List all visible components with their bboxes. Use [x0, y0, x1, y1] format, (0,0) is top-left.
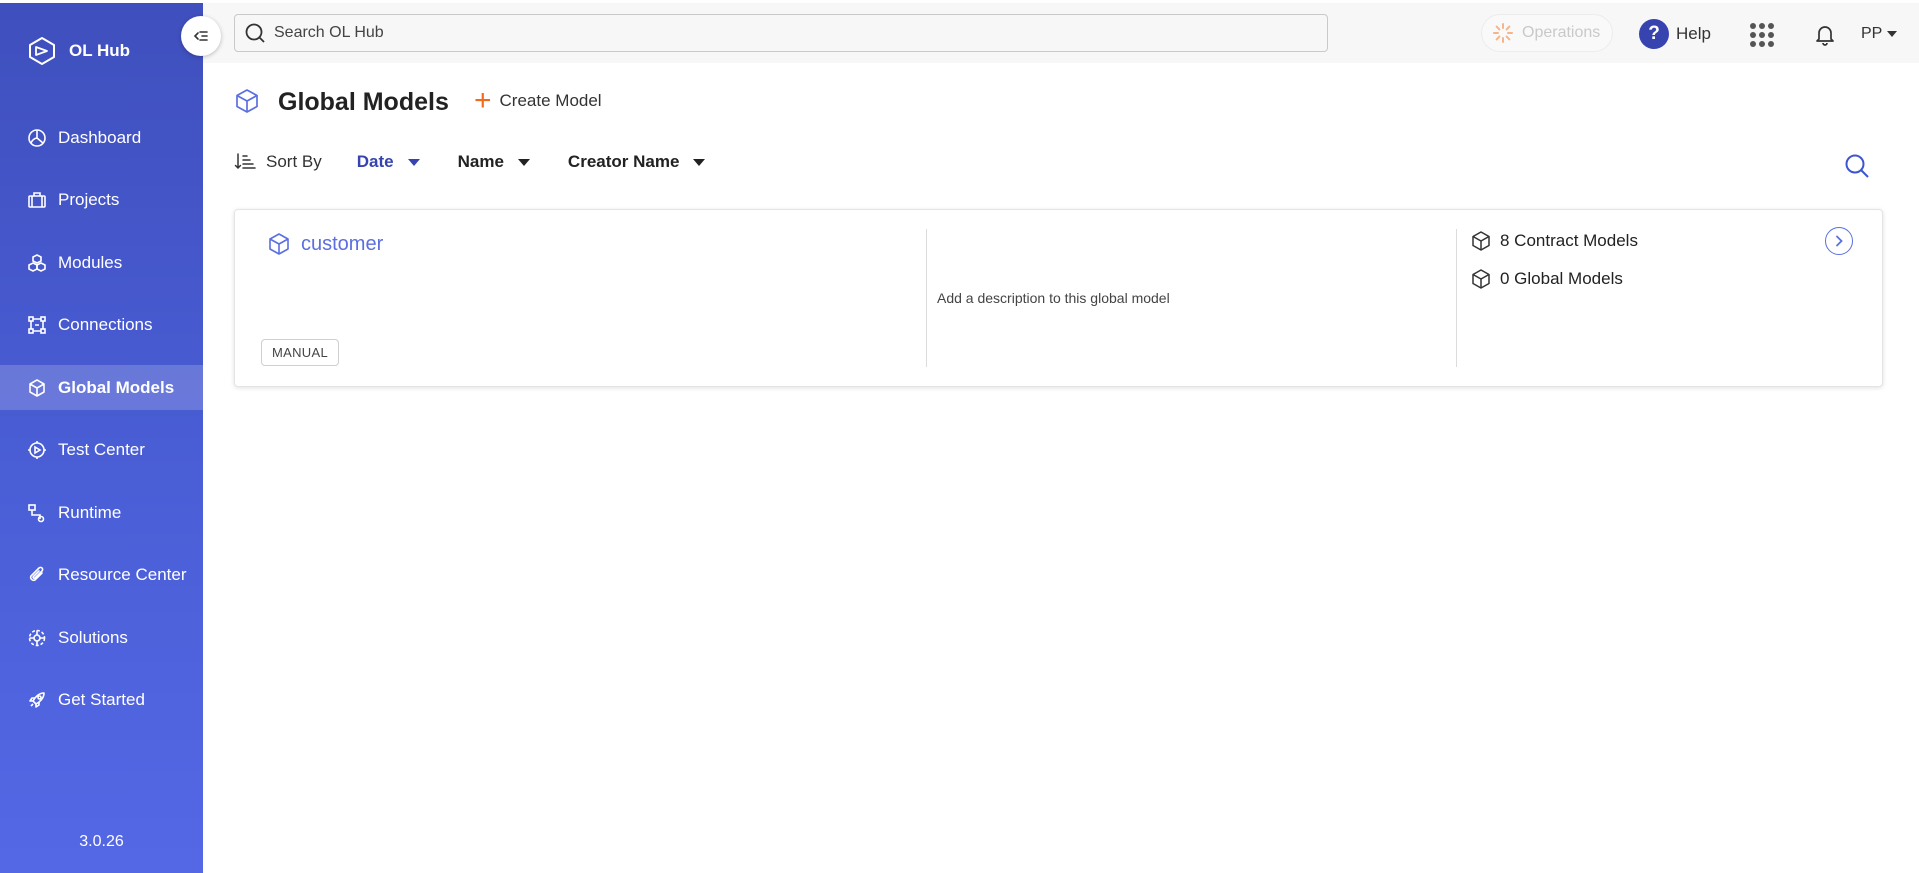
sort-option-creator-name[interactable]: Creator Name [568, 152, 706, 172]
caret-down-icon [407, 158, 420, 166]
help-button[interactable]: ? Help [1639, 19, 1711, 49]
sidebar-item-projects[interactable]: Projects [0, 178, 203, 223]
create-model-button[interactable]: + Create Model [474, 84, 602, 117]
cube-icon [1472, 231, 1490, 251]
sidebar-item-runtime[interactable]: Runtime [0, 490, 203, 535]
search-icon [245, 23, 265, 43]
sidebar-nav: Dashboard Projects Modules Connections G… [0, 115, 203, 740]
search-input[interactable] [274, 24, 1274, 42]
paperclip-icon [29, 566, 44, 582]
sort-option-name[interactable]: Name [458, 152, 530, 172]
top-bar: Operations ? Help PP [203, 3, 1919, 63]
collapse-sidebar-button[interactable] [181, 16, 221, 56]
sort-icon [234, 153, 256, 170]
page-title: Global Models [278, 88, 449, 116]
sidebar-item-get-started[interactable]: Get Started [0, 678, 203, 723]
modules-icon [28, 253, 46, 272]
sidebar-item-modules[interactable]: Modules [0, 240, 203, 285]
user-menu[interactable]: PP [1861, 25, 1898, 43]
sort-option-date[interactable]: Date [357, 152, 420, 172]
chevron-right-icon [1836, 235, 1843, 247]
sidebar-item-label: Test Center [58, 440, 145, 459]
chevron-down-icon [1887, 31, 1898, 37]
sidebar: OL Hub Dashboard Projects Modules Connec… [0, 3, 203, 873]
sidebar-item-label: Connections [58, 315, 153, 334]
notification-bell-icon[interactable] [1813, 22, 1837, 46]
model-type-badge: MANUAL [261, 339, 339, 366]
app-name: OL Hub [69, 41, 131, 60]
global-models-count: 0 Global Models [1470, 268, 1623, 290]
rocket-icon [29, 692, 45, 708]
global-models-label: 0 Global Models [1500, 269, 1623, 288]
sort-bar: Sort By Date Name Creator Name [234, 151, 743, 173]
model-name: customer [301, 232, 384, 255]
sidebar-item-label: Resource Center [58, 565, 187, 584]
model-card[interactable]: customer MANUAL Add a description to thi… [234, 209, 1883, 387]
dashboard-icon [28, 128, 46, 147]
create-model-label: Create Model [499, 91, 602, 110]
sidebar-item-dashboard[interactable]: Dashboard [0, 115, 203, 160]
cube-icon [1472, 269, 1490, 289]
sidebar-item-label: Projects [58, 190, 120, 209]
help-label: Help [1676, 24, 1711, 43]
sidebar-item-connections[interactable]: Connections [0, 303, 203, 348]
user-initials: PP [1861, 25, 1883, 42]
operations-label: Operations [1522, 24, 1601, 41]
sidebar-item-label: Solutions [58, 627, 128, 647]
contract-models-count: 8 Contract Models [1470, 230, 1638, 252]
test-center-icon [28, 441, 46, 459]
column-divider [926, 229, 927, 367]
page-header: Global Models [234, 88, 449, 117]
solutions-icon [28, 629, 46, 646]
sidebar-item-solutions[interactable]: Solutions [0, 615, 203, 660]
help-icon: ? [1639, 19, 1669, 49]
brand-logo[interactable]: OL Hub [27, 36, 130, 66]
model-name-link[interactable]: customer [267, 232, 383, 256]
app-version: 3.0.26 [79, 833, 124, 850]
cube-icon [236, 88, 258, 113]
briefcase-icon [28, 192, 46, 208]
cube-icon [29, 378, 45, 397]
search-models-icon[interactable] [1844, 153, 1870, 179]
model-description[interactable]: Add a description to this global model [937, 290, 1170, 306]
apps-grid-icon[interactable] [1750, 23, 1774, 47]
operations-button[interactable]: Operations [1481, 14, 1614, 52]
sidebar-item-global-models[interactable]: Global Models [0, 365, 203, 410]
sort-by-label: Sort By [266, 152, 322, 171]
sidebar-item-resource-center[interactable]: Resource Center [0, 553, 203, 598]
global-search[interactable] [234, 14, 1328, 52]
sidebar-item-label: Modules [58, 252, 123, 272]
sidebar-item-label: Dashboard [58, 127, 142, 147]
runtime-icon [28, 503, 45, 522]
contract-models-label: 8 Contract Models [1500, 231, 1638, 250]
caret-down-icon [517, 158, 530, 166]
ol-hub-logo-icon [29, 37, 55, 65]
loading-spinner-icon [1493, 23, 1513, 43]
sort-option-label: Name [457, 152, 504, 171]
sidebar-item-label: Runtime [58, 502, 122, 522]
connections-icon [28, 316, 46, 334]
cube-icon [269, 233, 289, 255]
collapse-icon [193, 31, 208, 41]
sidebar-item-test-center[interactable]: Test Center [0, 428, 203, 473]
sort-option-label: Date [356, 152, 394, 171]
plus-icon: + [474, 84, 492, 117]
open-model-button[interactable] [1825, 227, 1853, 255]
app-root: OL Hub Dashboard Projects Modules Connec… [0, 0, 1919, 873]
sidebar-item-label: Get Started [58, 690, 145, 709]
sort-option-label: Creator Name [567, 152, 680, 171]
column-divider [1456, 229, 1457, 367]
caret-down-icon [693, 158, 706, 166]
sidebar-item-label: Global Models [58, 377, 175, 397]
